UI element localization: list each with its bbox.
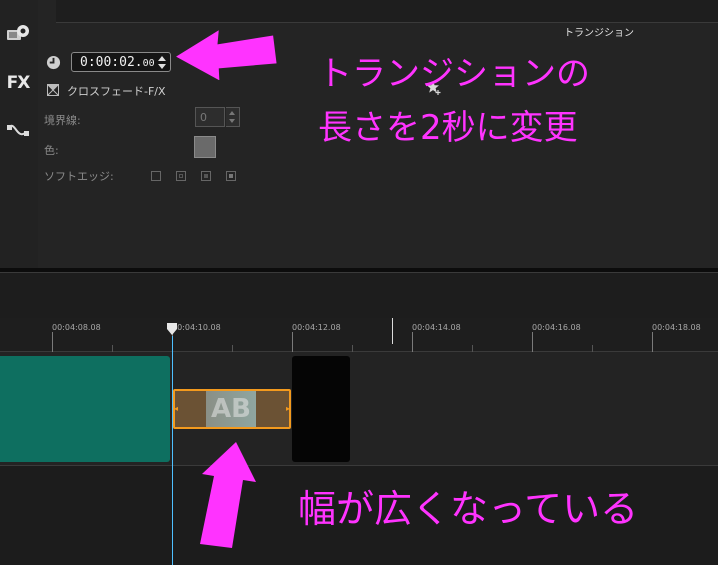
- ruler-label: 00:04:16.08: [532, 323, 581, 332]
- ruler-minor-tick: [232, 345, 233, 352]
- ruler-minor-tick: [112, 345, 113, 352]
- ruler-tick: [412, 332, 413, 352]
- playhead-handle-icon[interactable]: [166, 322, 178, 336]
- video-clip-b[interactable]: [292, 356, 350, 462]
- soft-edge-medium-option[interactable]: [201, 171, 211, 181]
- gear-settings-icon[interactable]: [3, 20, 33, 46]
- playhead-line[interactable]: [172, 336, 173, 565]
- transition-name: クロスフェード-F/X: [67, 85, 166, 98]
- clock-icon: [46, 55, 61, 70]
- soft-edge-label: ソフトエッジ:: [44, 170, 114, 183]
- panel-header-bar: [56, 0, 718, 23]
- annotation-text-bottom: 幅が広くなっている: [298, 487, 639, 531]
- transition-type-icon: [47, 84, 59, 96]
- ruler-tick: [652, 332, 653, 352]
- ruler-minor-tick: [592, 345, 593, 352]
- color-label: 色:: [44, 144, 59, 157]
- annotation-text-line1: トランジションの: [318, 54, 590, 94]
- ruler-tick: [52, 332, 53, 352]
- ruler-label: 00:04:10.08: [172, 323, 221, 332]
- color-swatch[interactable]: [194, 136, 216, 158]
- video-clip-a[interactable]: [0, 356, 170, 462]
- panel-title: トランジション: [564, 28, 634, 39]
- duration-frames: 00: [142, 58, 155, 69]
- border-stepper-icon[interactable]: [226, 107, 240, 127]
- ruler-label: 00:04:12.08: [292, 323, 341, 332]
- transition-trim-right-handle[interactable]: ▸: [286, 403, 290, 415]
- transition-trim-left-handle[interactable]: ◂: [174, 403, 178, 415]
- duration-main: 0:00:02: [80, 55, 135, 70]
- transition-clip[interactable]: ◂ AB ▸: [173, 389, 291, 429]
- timeline-ruler[interactable]: 00:04:08.08 00:04:10.08 00:04:12.08 00:0…: [0, 318, 718, 352]
- duration-stepper-icon[interactable]: [155, 53, 169, 72]
- transition-thumbnail: AB: [206, 391, 256, 427]
- fx-icon[interactable]: FX: [3, 70, 33, 96]
- timeline-toolbar: [0, 272, 718, 318]
- transition-thumbnail-letters: AB: [211, 394, 251, 424]
- tool-strip: FX: [0, 0, 38, 268]
- ruler-marker: [392, 318, 393, 344]
- annotation-arrow-up: [200, 442, 256, 548]
- ruler-label: 00:04:18.08: [652, 323, 701, 332]
- soft-edge-high-option[interactable]: [226, 171, 236, 181]
- border-label: 境界線:: [44, 114, 81, 127]
- soft-edge-none-option[interactable]: [151, 171, 161, 181]
- ruler-label: 00:04:14.08: [412, 323, 461, 332]
- ruler-label: 00:04:08.08: [52, 323, 101, 332]
- ruler-tick: [532, 332, 533, 352]
- ruler-tick: [292, 332, 293, 352]
- annotation-arrow-left: [176, 30, 277, 80]
- ruler-minor-tick: [472, 345, 473, 352]
- annotation-text-line2: 長さを2秒に変更: [318, 108, 578, 148]
- border-input[interactable]: 0: [195, 107, 225, 127]
- soft-edge-low-option[interactable]: [176, 171, 186, 181]
- motion-path-icon[interactable]: [3, 118, 33, 144]
- ruler-minor-tick: [352, 345, 353, 352]
